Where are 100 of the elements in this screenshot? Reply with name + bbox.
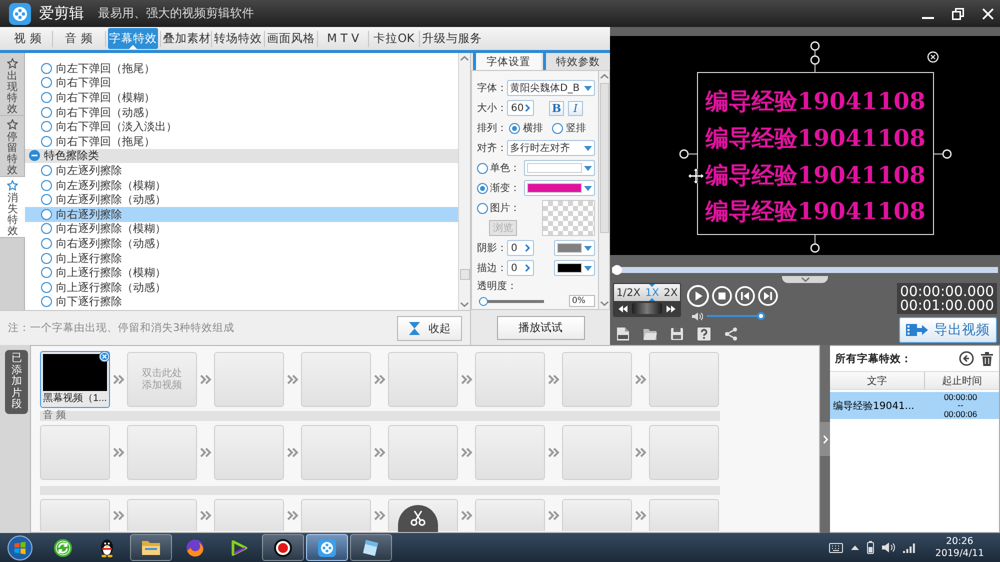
share-icon[interactable] [724, 326, 738, 340]
scroll-down-icon[interactable] [460, 302, 469, 307]
scrollbar[interactable] [599, 70, 610, 310]
caret-up-icon[interactable] [851, 545, 860, 550]
resize-handle[interactable] [810, 235, 820, 253]
close-icon[interactable] [927, 51, 939, 63]
italic-button[interactable]: I [568, 100, 583, 116]
taskbar-app[interactable] [306, 534, 348, 561]
color-dropdown[interactable] [524, 160, 595, 176]
radio-button[interactable] [552, 122, 563, 134]
effect-option[interactable]: 向上逐行擦除 [25, 250, 458, 266]
start-button[interactable] [7, 534, 33, 560]
new-document-icon[interactable] [616, 326, 630, 340]
radio-button[interactable] [41, 238, 52, 249]
rewind-icon[interactable] [618, 304, 628, 312]
font-dropdown[interactable]: 黄阳尖魏体D_B [507, 80, 595, 96]
menu-tab[interactable]: 视 频 [6, 28, 50, 49]
effect-option[interactable]: 向右逐列擦除 [25, 206, 458, 222]
slider-thumb[interactable] [479, 296, 488, 306]
empty-clip-slot[interactable] [388, 425, 458, 480]
speaker-icon[interactable] [882, 542, 896, 553]
radio-button[interactable] [477, 162, 488, 174]
size-input[interactable]: 60 [507, 100, 534, 116]
empty-clip-slot[interactable] [562, 499, 632, 531]
scrollbar-thumb[interactable] [600, 83, 608, 233]
empty-clip-slot[interactable] [214, 425, 284, 480]
radio-button[interactable] [41, 164, 52, 176]
empty-clip-slot[interactable] [214, 352, 284, 407]
radio-button[interactable] [477, 182, 488, 194]
menu-tab[interactable]: 转场特效 [214, 28, 262, 49]
radio-button[interactable] [41, 106, 52, 118]
settings-tab[interactable]: 特效参数 [542, 53, 610, 70]
play-button[interactable] [687, 285, 709, 307]
effect-option[interactable]: 向右下弹回（拖尾） [25, 134, 458, 149]
empty-clip-slot[interactable] [40, 425, 110, 480]
menu-tab[interactable]: 音 频 [55, 28, 103, 49]
stop-button[interactable] [712, 286, 732, 306]
effect-group-header[interactable]: 特色擦除类 [25, 148, 458, 164]
expand-tab[interactable] [782, 276, 828, 283]
effect-option[interactable]: 向左逐列擦除（动感） [25, 192, 458, 207]
number-input[interactable]: 0 [507, 240, 534, 256]
align-dropdown[interactable]: 多行时左对齐 [507, 140, 595, 156]
play-preview-button[interactable]: 播放试试 [496, 316, 584, 340]
empty-clip-slot[interactable] [649, 352, 719, 407]
effect-category-tab[interactable]: 出现特效 [0, 55, 24, 116]
empty-clip-slot[interactable] [649, 499, 719, 531]
radio-button[interactable] [41, 252, 52, 264]
empty-clip-slot[interactable] [475, 499, 545, 531]
effect-option[interactable]: 向右下弹回（淡入淡出） [25, 119, 458, 134]
progress-thumb[interactable] [612, 264, 622, 274]
opacity-input[interactable]: 0% [569, 295, 595, 307]
color-dropdown[interactable] [554, 260, 595, 276]
radio-button[interactable] [41, 267, 52, 278]
video-clip[interactable]: 黑幕视频（1... [40, 351, 110, 408]
menu-tab[interactable]: 画面风格 [267, 28, 315, 49]
effect-option[interactable]: 向右下弹回 [25, 76, 458, 90]
color-dropdown[interactable] [554, 240, 595, 256]
close-circle-icon[interactable] [99, 351, 110, 362]
speaker-icon[interactable] [692, 312, 703, 320]
menu-tab[interactable]: M T V [320, 28, 366, 49]
scrollbar[interactable] [458, 53, 470, 310]
empty-clip-slot[interactable] [475, 352, 545, 407]
collapse-button[interactable]: 收起 [397, 316, 462, 340]
fast-forward-icon[interactable] [666, 304, 676, 312]
radio-button[interactable] [41, 180, 52, 191]
speed-option[interactable]: 2X [664, 284, 678, 301]
rotate-handle[interactable] [810, 41, 820, 72]
export-button[interactable]: 导出视频 [899, 317, 997, 343]
effect-option[interactable]: 向左逐列擦除（模糊） [25, 178, 458, 192]
empty-clip-slot[interactable] [127, 499, 197, 531]
volume-thumb[interactable] [757, 312, 765, 320]
radio-button[interactable] [41, 121, 52, 132]
empty-clip-slot[interactable] [127, 425, 197, 480]
menu-tab[interactable]: 卡拉OK [371, 28, 417, 49]
resize-handle[interactable] [679, 149, 697, 159]
radio-button[interactable] [509, 122, 520, 134]
effect-option[interactable]: 向左逐列擦除 [25, 163, 458, 178]
empty-clip-slot[interactable] [301, 499, 371, 531]
effect-option[interactable]: 向右下弹回（模糊） [25, 90, 458, 105]
empty-clip-slot[interactable] [301, 425, 371, 480]
effect-category-tab[interactable]: 消失特效 [0, 177, 25, 238]
effect-option[interactable]: 向下逐行擦除 [25, 294, 458, 310]
radio-button[interactable] [41, 136, 52, 147]
menu-tab[interactable]: 升级与服务 [422, 28, 480, 49]
scroll-up-icon[interactable] [460, 56, 469, 61]
minus-circle-icon[interactable] [29, 150, 40, 162]
bold-button[interactable]: B [549, 100, 564, 116]
effect-option[interactable]: 向左下弹回（拖尾） [25, 61, 458, 76]
caption-selection-box[interactable]: 编导经验19041108 编导经验19041108 编导经验19041108 编导经验19041108 [697, 72, 934, 235]
effect-option[interactable]: 向上逐行擦除（模糊） [25, 265, 458, 280]
radio-button[interactable] [41, 77, 52, 88]
progress-track[interactable] [612, 264, 998, 274]
battery-icon[interactable] [867, 541, 874, 554]
settings-tab[interactable]: 字体设置 [473, 53, 540, 70]
caption-row[interactable]: 编导经验19041... 00:00:00 -- 00:00:06 [830, 392, 999, 419]
speed-option[interactable]: 1/2X [616, 284, 640, 301]
radio-button[interactable] [41, 194, 52, 206]
previous-frame-button[interactable] [735, 286, 755, 306]
restore-icon[interactable] [952, 8, 964, 20]
effect-option[interactable]: 向右逐列擦除（动感） [25, 236, 458, 251]
